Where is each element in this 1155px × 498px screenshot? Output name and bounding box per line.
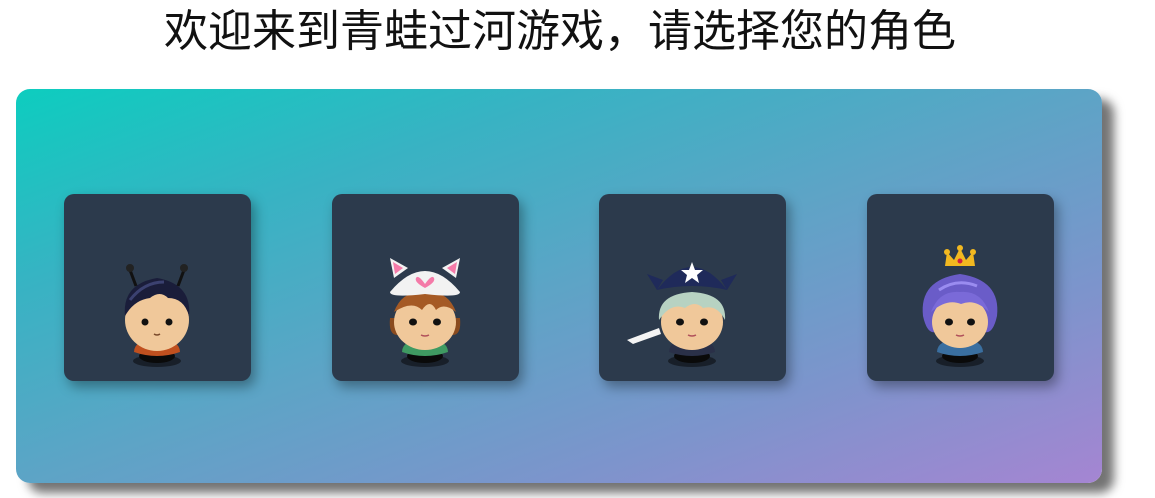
character-card-boy[interactable] [64,194,251,381]
character-card-pirate[interactable] [599,194,786,381]
character-selection-panel [16,89,1102,483]
pirate-character-icon [627,262,737,367]
princess-crown-character-icon [922,245,998,367]
girl-cat-hat-character-icon [389,258,461,367]
character-card-girl[interactable] [332,194,519,381]
character-card-princess[interactable] [867,194,1054,381]
boy-black-hair-character-icon [124,264,190,367]
page-title: 欢迎来到青蛙过河游戏，请选择您的角色 [164,6,956,57]
